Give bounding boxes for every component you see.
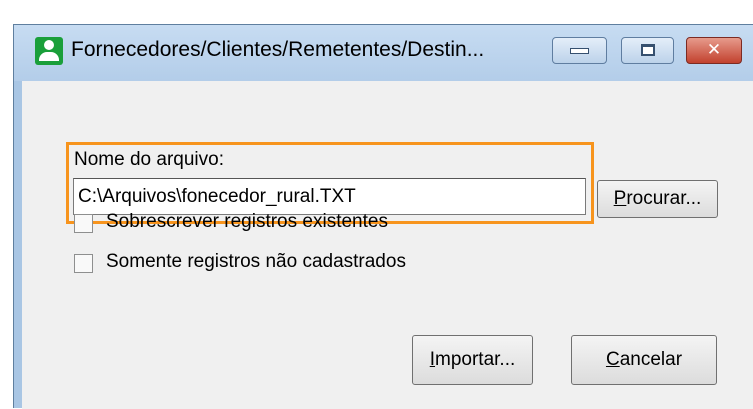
minimize-icon	[570, 48, 589, 54]
only-new-checkbox[interactable]	[74, 254, 93, 273]
browse-mnemonic: P	[613, 188, 627, 209]
file-path-input[interactable]	[73, 178, 586, 215]
browse-button[interactable]: Procurar...	[597, 180, 718, 218]
only-new-label: Somente registros não cadastrados	[106, 251, 406, 272]
minimize-button[interactable]	[552, 37, 607, 64]
maximize-icon	[641, 44, 655, 56]
cancel-button[interactable]: Cancelar	[571, 335, 717, 385]
cancel-mnemonic: C	[605, 349, 620, 370]
window-title: Fornecedores/Clientes/Remetentes/Destin.…	[71, 38, 485, 61]
overwrite-label: Sobrescrever registros existentes	[106, 211, 388, 232]
close-button[interactable]: ✕	[686, 37, 742, 64]
import-button[interactable]: Importar...	[412, 335, 533, 385]
dialog-window: Fornecedores/Clientes/Remetentes/Destin.…	[13, 24, 753, 409]
import-label: mportar...	[435, 349, 516, 370]
overwrite-checkbox[interactable]	[74, 214, 93, 233]
browse-label: rocurar...	[626, 188, 702, 209]
cancel-label: ancelar	[619, 349, 683, 370]
user-icon	[35, 37, 63, 65]
title-bar[interactable]: Fornecedores/Clientes/Remetentes/Destin.…	[14, 25, 753, 81]
close-icon: ✕	[706, 40, 722, 60]
file-name-label: Nome do arquivo:	[74, 149, 224, 170]
maximize-button[interactable]	[621, 37, 674, 64]
dialog-body: Nome do arquivo: Procurar... Sobrescreve…	[22, 81, 753, 409]
